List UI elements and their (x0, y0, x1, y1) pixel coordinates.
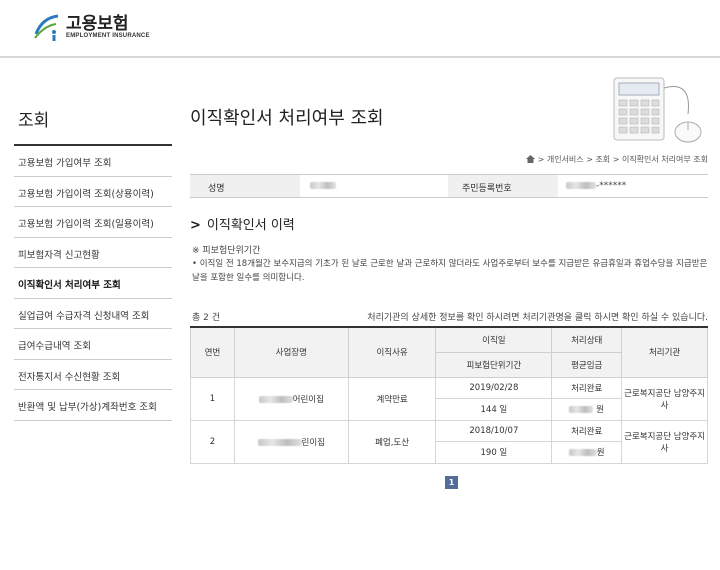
col-company: 사업장명 (233, 326, 349, 378)
note-title: ※ 피보험단위기간 (192, 246, 261, 256)
row-num: 1 (190, 376, 235, 421)
col-num: 연번 (190, 326, 235, 378)
sidebar-item-e-notice[interactable]: 전자통지서 수신현황 조회 (14, 360, 172, 390)
section-title: > 이직확인서 이력 (190, 218, 295, 233)
row-period: 144 일 (435, 398, 553, 421)
row-reason: 계약만료 (347, 376, 437, 421)
sidebar-item-unemployment-application[interactable]: 실업급여 수급자격 신청내역 조회 (14, 299, 172, 329)
row-status: 처리완료 (551, 419, 623, 442)
row-wage: 원 (551, 441, 623, 464)
col-date: 이직일 (435, 326, 553, 353)
sidebar-item-regular-history[interactable]: 고용보험 가입이력 조회(상용이력) (14, 177, 172, 207)
logo-text: 고용보험 EMPLOYMENT INSURANCE (66, 15, 150, 39)
col-status: 처리상태 (551, 326, 623, 353)
col-period: 피보험단위기간 (435, 351, 553, 378)
row-date: 2019/02/28 (435, 376, 553, 399)
click-hint: 처리기관의 상세한 정보를 확인 하시려면 처리기관명을 클릭 하시면 확인 하… (367, 313, 708, 323)
row-org-link[interactable]: 근로복지공단 남양주지사 (621, 376, 708, 421)
user-info-row: 성명 주민등록번호 -****** (190, 174, 708, 198)
rrn-label: 주민등록번호 (448, 175, 558, 197)
row-num: 2 (190, 419, 235, 464)
note-body: • 이직일 전 18개월간 보수지급의 기초가 된 날로 근로한 날과 근로하지… (192, 259, 708, 283)
rrn-value: -****** (558, 175, 708, 197)
separation-history-table: 연번 사업장명 이직사유 이직일 처리상태 처리기관 피보험단위기간 평균임금 … (190, 326, 708, 464)
sidebar-title: 조회 (14, 100, 172, 146)
result-count-row: 총 2 건 처리기관의 상세한 정보를 확인 하시려면 처리기관명을 클릭 하시… (192, 310, 708, 323)
site-header: 고용보험 EMPLOYMENT INSURANCE (0, 0, 720, 58)
name-value (300, 175, 448, 197)
pagination-current-page[interactable]: 1 (445, 476, 458, 489)
row-company: 린이집 (233, 419, 349, 464)
logo-subtitle: EMPLOYMENT INSURANCE (66, 33, 150, 39)
table-row: 2 린이집 폐업,도산 2018/10/07 처리완료 근로복지공단 남양주지사 (190, 419, 708, 464)
breadcrumb-path: > 개인서비스 > 조회 > 이직확인서 처리여부 조회 (537, 155, 708, 164)
col-reason: 이직사유 (347, 326, 437, 378)
row-org-link[interactable]: 근로복지공단 남양주지사 (621, 419, 708, 464)
calculator-mouse-illustration (613, 77, 702, 143)
sidebar-item-benefit-history[interactable]: 급여수급내역 조회 (14, 329, 172, 360)
col-wage: 평균임금 (551, 351, 623, 378)
logo[interactable]: 고용보험 EMPLOYMENT INSURANCE (32, 12, 150, 42)
name-label: 성명 (190, 175, 300, 197)
row-date: 2018/10/07 (435, 419, 553, 442)
sidebar-item-daily-history[interactable]: 고용보험 가입이력 조회(일용이력) (14, 207, 172, 238)
sidebar-item-qualification-report[interactable]: 피보험자격 신고현황 (14, 238, 172, 268)
row-company: 어린이집 (233, 376, 349, 421)
breadcrumb: > 개인서비스 > 조회 > 이직확인서 처리여부 조회 (520, 154, 708, 165)
sidebar-item-separation-certificate[interactable]: 이직확인서 처리여부 조회 (14, 268, 172, 299)
chevron-right-icon: > (190, 218, 201, 233)
page-title: 이직확인서 처리여부 조회 (190, 108, 384, 129)
sidebar: 조회 고용보험 가입여부 조회 고용보험 가입이력 조회(상용이력) 고용보험 … (14, 100, 172, 421)
home-icon[interactable] (525, 155, 535, 163)
sidebar-item-insurance-status[interactable]: 고용보험 가입여부 조회 (14, 146, 172, 177)
row-reason: 폐업,도산 (347, 419, 437, 464)
logo-title: 고용보험 (66, 14, 129, 34)
row-period: 190 일 (435, 441, 553, 464)
logo-mark-icon (34, 14, 59, 41)
table-row: 1 어린이집 계약만료 2019/02/28 처리완료 근로복지공단 남양주지사 (190, 376, 708, 421)
row-wage: 원 (551, 398, 623, 421)
sidebar-item-refund-account[interactable]: 반환액 및 납부(가상)계좌번호 조회 (14, 390, 172, 421)
result-count: 총 2 건 (192, 313, 221, 323)
row-status: 처리완료 (551, 376, 623, 399)
col-org: 처리기관 (621, 326, 708, 378)
